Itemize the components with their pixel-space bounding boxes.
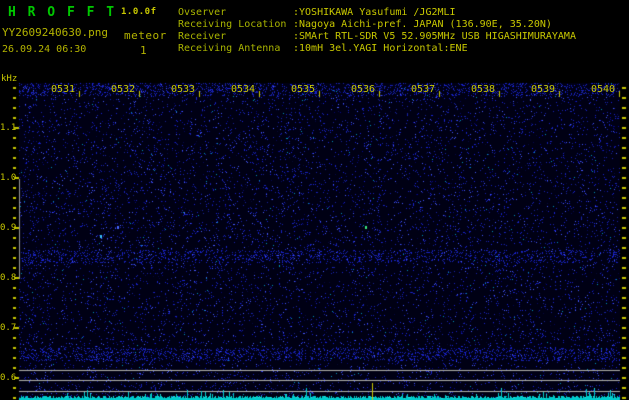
spectrogram-plot — [0, 0, 629, 400]
time-label: 0533 — [170, 84, 196, 95]
time-label: 0537 — [410, 84, 436, 95]
info-label: Receiving Antenna — [178, 43, 281, 54]
station-info-line: Receiving Location :Nagoya Aichi-pref. JA… — [178, 19, 576, 31]
mode-label: meteor — [124, 29, 167, 42]
echo-count: 1 — [140, 44, 147, 57]
info-label: Receiving Location — [178, 19, 287, 30]
hrofft-window: H R O F F T 1.0.0f YY2609240630.png mete… — [0, 0, 629, 400]
time-label: 0540 — [590, 84, 616, 95]
freq-label: 1.0 — [0, 173, 17, 183]
time-label: 0534 — [230, 84, 256, 95]
time-label: 0531 — [50, 84, 76, 95]
app-version: 1.0.0f — [121, 7, 157, 17]
freq-label: 0.6 — [0, 373, 17, 383]
time-label: 0532 — [110, 84, 136, 95]
info-label: Ovserver — [178, 7, 227, 18]
app-title: H R O F F T — [8, 5, 117, 20]
time-label: 0539 — [530, 84, 556, 95]
time-label: 0538 — [470, 84, 496, 95]
freq-label: 1.1 — [0, 123, 17, 133]
station-info-line: Ovserver :YOSHIKAWA Yasufumi /JG2MLI — [178, 7, 576, 19]
station-info: Ovserver:YOSHIKAWA Yasufumi /JG2MLI Recei… — [178, 7, 576, 55]
info-value: :YOSHIKAWA Yasufumi /JG2MLI — [293, 7, 456, 18]
station-info-line: Receiver :SMArt RTL-SDR V5 52.905MHz USB … — [178, 31, 576, 43]
info-value: :Nagoya Aichi-pref. JAPAN (136.90E, 35.2… — [293, 19, 552, 30]
freq-label: 0.9 — [0, 223, 17, 233]
info-value: :10mH 3el.YAGI Horizontal:ENE — [293, 43, 468, 54]
info-value: :SMArt RTL-SDR V5 52.905MHz USB HIGASHIM… — [293, 31, 576, 42]
info-label: Receiver — [178, 31, 227, 42]
output-filename: YY2609240630.png — [2, 26, 108, 39]
freq-label: 0.7 — [0, 323, 17, 333]
station-info-line: Receiving Antenna :10mH 3el.YAGI Horizont… — [178, 43, 576, 55]
freq-label: 0.8 — [0, 273, 17, 283]
observation-datetime: 26.09.24 06:30 — [2, 44, 87, 55]
time-label: 0536 — [350, 84, 376, 95]
time-label: 0535 — [290, 84, 316, 95]
freq-axis-unit-label: kHz — [1, 74, 18, 84]
